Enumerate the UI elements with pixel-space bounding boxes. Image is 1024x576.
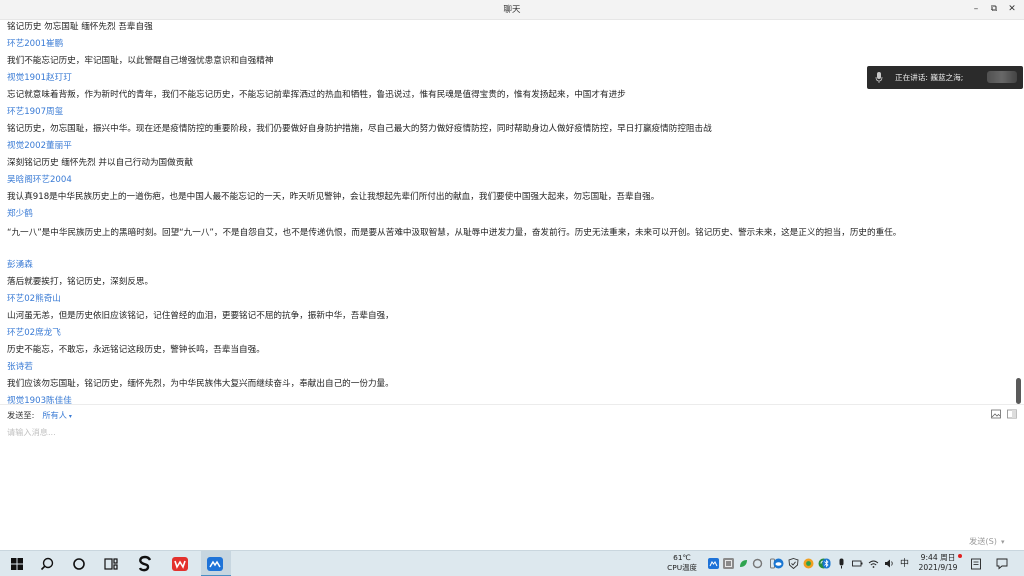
battery-icon[interactable]	[852, 558, 863, 569]
volume-icon[interactable]	[884, 558, 895, 569]
leaf-tray-icon[interactable]	[738, 558, 749, 569]
compose-divider	[0, 404, 1024, 405]
image-icon[interactable]	[991, 409, 1001, 419]
taskbar: 61℃ CPU温度 中 9:44 周日 2021/9/19	[0, 550, 1024, 576]
system-clock[interactable]: 9:44 周日 2021/9/19	[914, 553, 962, 573]
cpu-temperature-label: CPU温度	[667, 563, 697, 572]
cloud-tray-icon[interactable]	[773, 558, 784, 569]
clock-date: 2021/9/19	[918, 563, 958, 572]
send-button[interactable]: 发送(S) ▾	[969, 535, 1004, 547]
wifi-icon[interactable]	[868, 558, 879, 569]
search-icon[interactable]	[38, 555, 56, 573]
blurred-name	[987, 71, 1017, 83]
app-s-icon[interactable]	[136, 555, 154, 573]
microphone-icon	[875, 72, 883, 83]
grid-tray-icon[interactable]	[723, 558, 734, 569]
scrollbar-thumb[interactable]	[1016, 378, 1021, 404]
message-text: 落后就要挨打，铭记历史，深刻反思。	[7, 277, 154, 287]
clock-time: 9:44 周日	[920, 553, 956, 562]
message-text: 铭记历史，勿忘国耻，振兴中华。现在还是疫情防控的重要阶段，我们仍要做好自身防护措…	[7, 124, 712, 134]
message-sender[interactable]: 环艺1907周玺	[7, 106, 1012, 119]
message-text: 山河虽无恙，但是历史依旧应该铭记，记住曾经的血泪，更要铭记不屈的抗争，振新中华，…	[7, 311, 394, 321]
notification-center-icon[interactable]	[996, 558, 1008, 570]
dropdown-arrow-icon[interactable]: ▾	[69, 413, 72, 420]
message-sender[interactable]: 郑少鹤	[7, 208, 1012, 221]
message-sender[interactable]: 张诗若	[7, 361, 1012, 374]
document-icon[interactable]	[970, 558, 982, 570]
send-button-label: 发送(S)	[969, 536, 997, 546]
minimize-button[interactable]: –	[968, 2, 984, 16]
message-text: 我们不能忘记历史，牢记国耻，以此警醒自己增强忧患意识和自强精神	[7, 56, 274, 66]
message-sender[interactable]: 环艺2001崔鹏	[7, 38, 1012, 51]
browser-tray-icon[interactable]	[803, 558, 814, 569]
task-view-icon[interactable]	[102, 555, 120, 573]
message-text: “九一八”是中华民族历史上的黑暗时刻。回望“九一八”，不是自怨自艾，也不是传递仇…	[7, 228, 902, 238]
speaking-label: 正在讲话: 巍蓝之海;	[895, 73, 964, 82]
bluetooth-icon[interactable]	[821, 558, 832, 569]
meeting-tray-icon[interactable]	[708, 558, 719, 569]
message-text: 深刻铭记历史 缅怀先烈 并以自己行动为国做贡献	[7, 158, 193, 168]
input-method-indicator[interactable]: 中	[900, 556, 909, 569]
speaking-indicator: 正在讲话: 巍蓝之海;	[867, 66, 1023, 89]
close-button[interactable]: ✕	[1004, 2, 1020, 16]
message-text: 历史不能忘，不敢忘，永远铭记这段历史，警钟长鸣，吾辈当自强。	[7, 345, 265, 355]
send-to-row: 发送至: 所有人 ▾	[7, 409, 72, 421]
send-options-icon[interactable]: ▾	[1001, 538, 1005, 546]
ring-tray-icon[interactable]	[752, 558, 763, 569]
restore-button[interactable]: ⧉	[986, 2, 1002, 16]
message-sender[interactable]: 吴晗阁环艺2004	[7, 174, 1012, 187]
message-text: 忘记就意味着背叛，作为新时代的青年，我们不能忘记历史，不能忘记前辈挥洒过的热血和…	[7, 90, 626, 100]
message-text: 我们应该勿忘国耻，铭记历史，缅怀先烈，为中华民族伟大复兴而继续奋斗，奉献出自己的…	[7, 379, 394, 389]
meeting-app-icon[interactable]	[206, 555, 224, 573]
cpu-temperature-value: 61℃	[673, 553, 691, 562]
message-input[interactable]: 请输入消息...	[7, 426, 56, 438]
cpu-temperature[interactable]: 61℃ CPU温度	[664, 553, 700, 573]
wps-icon[interactable]	[171, 555, 189, 573]
cortana-icon[interactable]	[70, 555, 88, 573]
shield-icon[interactable]	[788, 558, 799, 569]
window-title: 聊天	[503, 5, 521, 15]
message-sender[interactable]: 视觉2002董丽平	[7, 140, 1012, 153]
message-sender[interactable]: 彭湧森	[7, 259, 1012, 272]
send-to-label: 发送至:	[7, 410, 35, 420]
panel-icon[interactable]	[1007, 409, 1017, 419]
message-text: 我认真918是中华民族历史上的一道伤疤，也是中国人最不能忘记的一天，昨天听见警钟…	[7, 192, 660, 202]
message-sender[interactable]: 视觉1901赵玎玎	[7, 72, 1012, 85]
window-titlebar: 聊天 – ⧉ ✕	[0, 0, 1024, 20]
notification-dot	[958, 554, 962, 558]
microphone-tray-icon[interactable]	[836, 558, 847, 569]
send-to-dropdown[interactable]: 所有人	[42, 410, 67, 420]
message-sender[interactable]: 视觉1903陈佳佳	[7, 395, 1012, 404]
message-text: 铭记历史 勿忘国耻 缅怀先烈 吾辈自强	[7, 22, 153, 32]
message-sender[interactable]: 环艺02席龙飞	[7, 327, 1012, 340]
message-sender[interactable]: 环艺02熊奇山	[7, 293, 1012, 306]
windows-start-icon[interactable]	[8, 555, 26, 573]
